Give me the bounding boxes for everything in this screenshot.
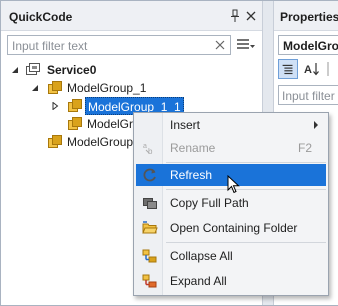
svg-text:a: a [143, 143, 147, 150]
tree-item-modelgroup-1[interactable]: ModelGroup_1 [9, 79, 249, 97]
model-group-icon [48, 135, 62, 148]
service-icon [26, 63, 40, 75]
copy-path-icon [143, 198, 157, 209]
model-group-icon [48, 81, 62, 94]
tree-item-label: ModelGroup [67, 135, 134, 149]
pin-icon[interactable] [229, 9, 241, 23]
collapse-arrow-icon[interactable] [11, 66, 19, 74]
collapse-arrow-icon[interactable] [31, 84, 39, 92]
menu-item-label: Open Containing Folder [170, 221, 298, 235]
object-name: ModelGroup_1_1 [283, 39, 338, 53]
panel-title: Properties [280, 10, 338, 24]
menu-item-shortcut: F2 [297, 141, 312, 155]
menu-item-rename[interactable]: a b Rename F2 [136, 137, 326, 159]
filter-input[interactable] [12, 38, 208, 53]
filter-box [7, 35, 231, 55]
panel-title: QuickCode [9, 10, 73, 24]
open-folder-icon [142, 221, 158, 234]
refresh-icon [143, 168, 156, 182]
categorized-view-icon[interactable] [278, 59, 298, 79]
tree-item-label: Service0 [47, 63, 97, 77]
property-pages-icon[interactable] [326, 59, 338, 79]
menu-separator [166, 242, 326, 243]
tree-item-label: ModelGr [87, 117, 134, 131]
menu-item-open-containing-folder[interactable]: Open Containing Folder [136, 217, 326, 239]
menu-item-collapse-all[interactable]: Collapse All [136, 245, 326, 267]
mouse-cursor-icon [227, 175, 240, 194]
menu-item-label: Insert [170, 118, 201, 132]
alphabetical-view-icon[interactable]: A [302, 59, 322, 79]
svg-text:A: A [304, 64, 312, 76]
menu-item-expand-all[interactable]: Expand All [136, 270, 326, 292]
menu-item-label: Expand All [170, 274, 227, 288]
expand-arrow-icon[interactable] [51, 102, 59, 110]
properties-panel-header: Properties [274, 1, 338, 31]
menu-item-label: Copy Full Path [170, 196, 249, 210]
menu-separator [166, 162, 326, 163]
context-menu: Insert a b Rename F2 Refresh Copy Full P… [133, 112, 329, 296]
quickcode-panel-header: QuickCode [1, 1, 262, 31]
properties-filter-input[interactable] [282, 88, 338, 103]
menu-item-label: Rename [170, 141, 216, 155]
menu-separator [166, 189, 326, 190]
expand-all-icon [142, 274, 157, 288]
menu-item-label: Collapse All [170, 249, 233, 263]
model-group-icon [68, 117, 82, 130]
submenu-arrow-icon [314, 121, 318, 129]
collapse-all-icon [142, 249, 157, 263]
tree-item-label: ModelGroup_1 [67, 81, 147, 95]
clear-icon[interactable] [214, 39, 226, 51]
tree-item-service0[interactable]: Service0 [9, 61, 249, 79]
window-frame: QuickCode Input filter text Service0 Mod… [0, 0, 338, 306]
menu-item-insert[interactable]: Insert [136, 114, 326, 136]
rename-icon: a b [143, 143, 153, 156]
close-icon[interactable] [245, 9, 257, 23]
object-selector[interactable]: ModelGroup_1_1 [278, 35, 338, 55]
menu-item-copy-full-path[interactable]: Copy Full Path [136, 192, 326, 214]
filter-options-icon[interactable] [236, 37, 256, 53]
properties-filter-box [278, 85, 338, 105]
menu-item-label: Refresh [170, 168, 213, 182]
model-group-icon [68, 99, 82, 112]
svg-text:b: b [148, 147, 153, 156]
